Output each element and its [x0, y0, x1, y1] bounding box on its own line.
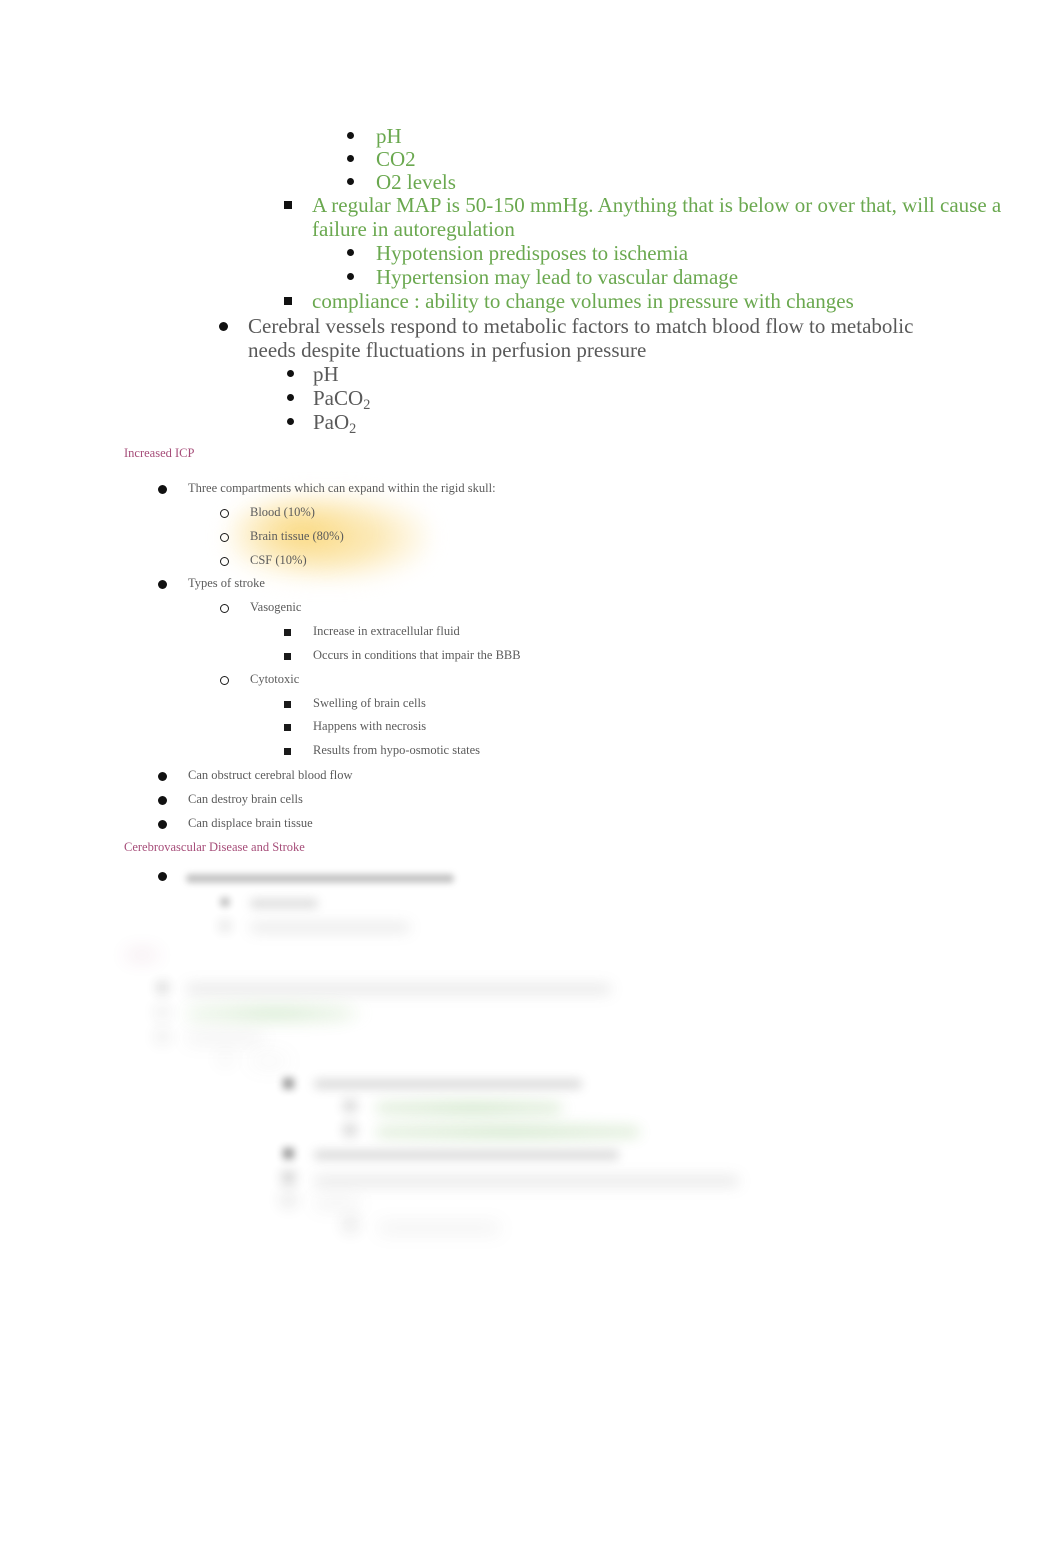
blurred-bullet-icon — [158, 1032, 167, 1041]
disc-bullet-icon — [158, 772, 167, 781]
stroke-detail-text: Happens with necrosis — [313, 719, 427, 733]
square-bullet-icon — [284, 701, 291, 708]
blurred-bullet-icon — [158, 1008, 167, 1017]
blurred-text-line — [186, 1009, 349, 1019]
list-item: Cytotoxic — [0, 672, 1062, 696]
list-item: Brain tissue (80%) — [0, 529, 1062, 553]
disc-bullet-icon — [158, 485, 167, 494]
blurred-text-line — [314, 1079, 582, 1089]
list-item: Increase in extracellular fluid — [0, 624, 1062, 648]
compartment-label: Brain tissue (80%) — [250, 529, 344, 543]
stroke-detail-text: Occurs in conditions that impair the BBB — [313, 648, 521, 662]
list-item: Results from hypo-osmotic states — [0, 743, 1062, 768]
blurred-bullet-icon — [283, 1172, 294, 1183]
blurred-text-line — [250, 899, 318, 908]
hollow-circle-bullet-icon — [220, 533, 229, 542]
list-item: CSF (10%) — [0, 553, 1062, 576]
blurred-bullet-icon — [221, 1054, 230, 1063]
blurred-text-line — [250, 1056, 288, 1066]
list-item: Blood (10%) — [0, 505, 1062, 529]
blurred-bullet-icon — [283, 1194, 294, 1205]
list-item: Can obstruct cerebral blood flow — [0, 768, 1062, 792]
icp-effect-label: Can obstruct cerebral blood flow — [188, 768, 353, 782]
square-bullet-icon — [284, 653, 291, 660]
square-bullet-icon — [284, 724, 291, 731]
blurred-bullet-icon — [221, 922, 229, 930]
compartment-label: Blood (10%) — [250, 505, 315, 519]
list-item: Can destroy brain cells — [0, 792, 1062, 816]
disc-bullet-icon — [158, 820, 167, 829]
blurred-bullet-icon — [221, 898, 229, 906]
blurred-bullet-icon — [345, 1125, 355, 1135]
icp-effect-label: Can destroy brain cells — [188, 792, 303, 806]
disc-bullet-icon — [158, 872, 167, 881]
square-bullet-icon — [284, 629, 291, 636]
blurred-bullet-icon — [283, 1078, 294, 1089]
stroke-type-name: Vasogenic — [250, 600, 302, 614]
stroke-type-name: Cytotoxic — [250, 672, 300, 686]
blurred-heading-line — [126, 950, 158, 960]
compartment-label: CSF (10%) — [250, 553, 307, 567]
blurred-text-line — [378, 1223, 500, 1233]
blurred-text-line — [186, 1033, 264, 1043]
hollow-circle-bullet-icon — [220, 604, 229, 613]
hollow-circle-bullet-icon — [220, 509, 229, 518]
blurred-bullet-icon — [158, 983, 167, 992]
blurred-bullet-icon — [283, 1148, 294, 1159]
blurred-text-line — [314, 1198, 360, 1208]
blurred-text-line — [376, 1103, 561, 1113]
square-bullet-icon — [284, 748, 291, 755]
list-item: Can displace brain tissue — [0, 816, 1062, 840]
blurred-text-line — [186, 874, 454, 883]
blurred-bullet-icon — [345, 1219, 356, 1230]
blurred-text-line — [314, 1150, 619, 1160]
list-item: Occurs in conditions that impair the BBB — [0, 648, 1062, 672]
stroke-detail-text: Increase in extracellular fluid — [313, 624, 460, 638]
list-item: Happens with necrosis — [0, 719, 1062, 743]
stroke-detail-text: Results from hypo-osmotic states — [313, 743, 480, 757]
list-item: Vasogenic — [0, 600, 1062, 624]
blurred-text-line — [186, 984, 611, 994]
stroke-detail-text: Swelling of brain cells — [313, 696, 426, 710]
blurred-text-line — [376, 1127, 639, 1137]
disc-bullet-icon — [158, 796, 167, 805]
blurred-text-line — [250, 923, 410, 932]
disc-bullet-icon — [158, 580, 167, 589]
types-of-stroke-label: Types of stroke — [188, 576, 265, 590]
blurred-text-line — [314, 1176, 739, 1186]
hollow-circle-bullet-icon — [220, 676, 229, 685]
types-of-stroke-item: Types of stroke — [0, 576, 1062, 600]
list-item: Three compartments which can expand with… — [0, 481, 1062, 505]
blurred-bullet-icon — [345, 1101, 355, 1111]
list-item: Swelling of brain cells — [0, 696, 1062, 719]
compartments-intro-text: Three compartments which can expand with… — [188, 481, 496, 495]
hollow-circle-bullet-icon — [220, 557, 229, 566]
icp-effect-label: Can displace brain tissue — [188, 816, 313, 830]
increased-icp-section: Three compartments which can expand with… — [0, 481, 1062, 840]
